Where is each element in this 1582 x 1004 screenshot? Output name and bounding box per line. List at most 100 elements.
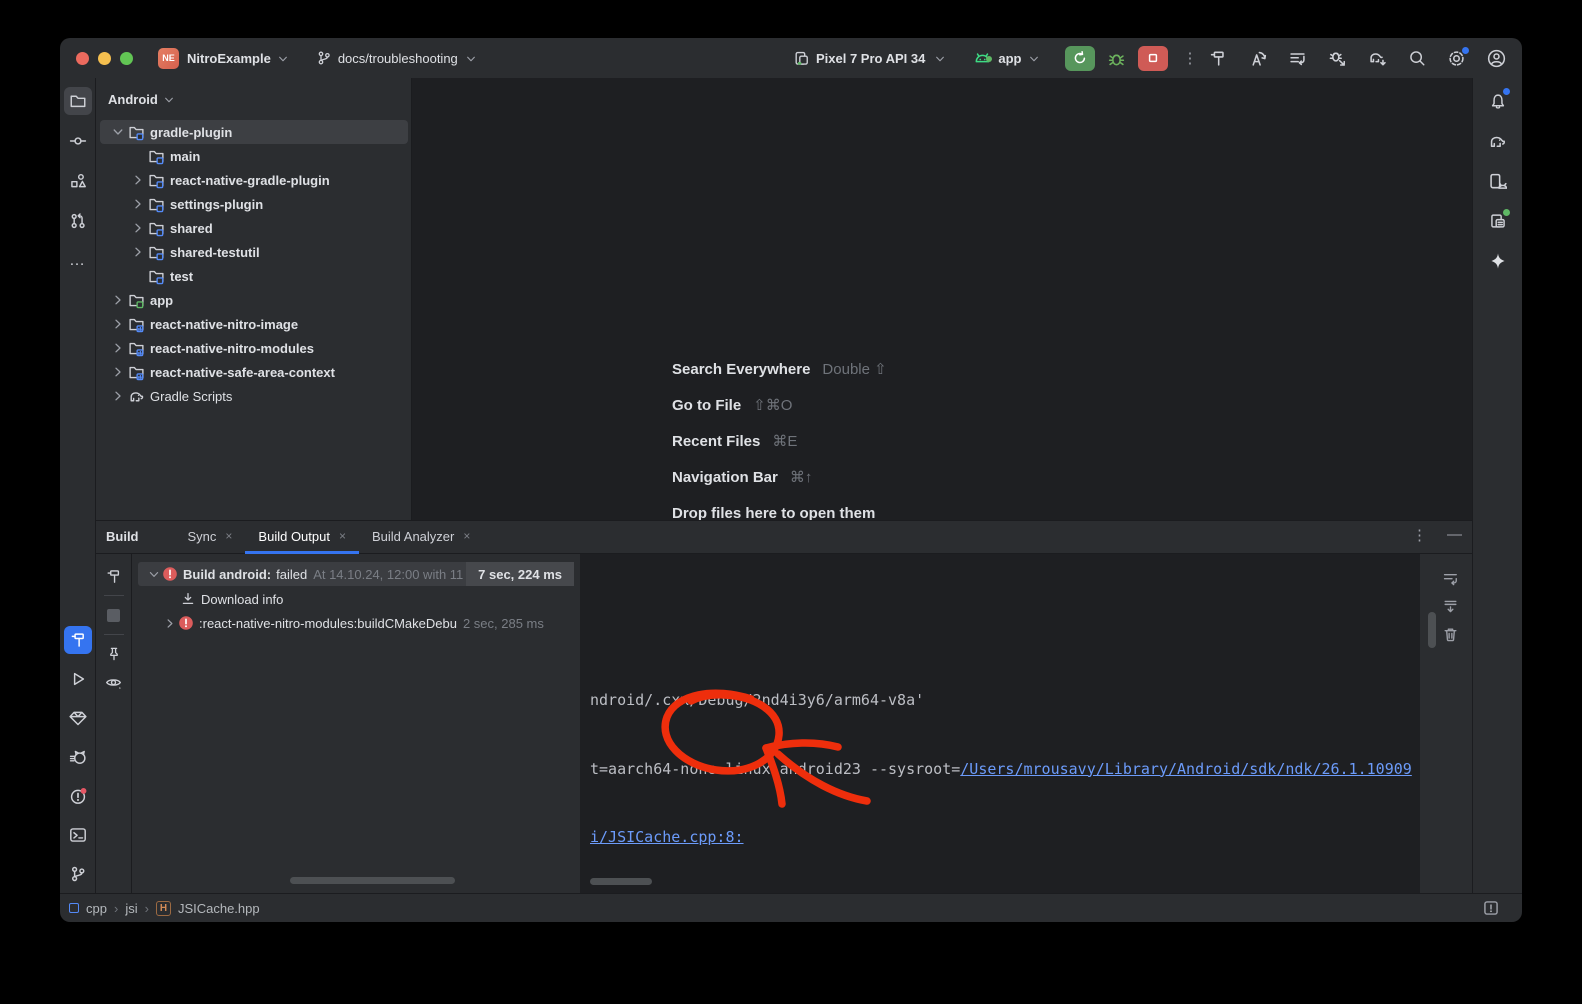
- tree-item-label: test: [170, 269, 193, 284]
- tool-logcat[interactable]: [64, 743, 92, 771]
- rerun-button[interactable]: [1065, 46, 1095, 71]
- tab-build-output[interactable]: Build Output ×: [245, 521, 359, 554]
- attach-debugger-button[interactable]: [1328, 49, 1347, 68]
- tree-item-react-native-nitro-modules[interactable]: react-native-nitro-modules: [100, 336, 408, 360]
- close-tab-icon[interactable]: ×: [339, 529, 346, 543]
- breadcrumb-item[interactable]: jsi: [125, 901, 137, 916]
- chevron-right-icon[interactable]: [110, 364, 126, 380]
- tool-running-devices[interactable]: [1484, 167, 1512, 195]
- tree-item-shared-testutil[interactable]: shared-testutil: [100, 240, 408, 264]
- debug-button[interactable]: [1107, 49, 1126, 68]
- stop-button[interactable]: [1138, 46, 1168, 71]
- chevron-right-icon[interactable]: [110, 388, 126, 404]
- tool-terminal[interactable]: [64, 821, 92, 849]
- branch-selector[interactable]: docs/troubleshooting: [316, 50, 478, 66]
- tree-item-label: main: [170, 149, 200, 164]
- git-branch-icon: [316, 50, 332, 66]
- tool-pull-requests[interactable]: [64, 207, 92, 235]
- tool-structure[interactable]: [64, 167, 92, 195]
- chevron-right-icon[interactable]: [130, 172, 146, 188]
- breadcrumb-item[interactable]: cpp: [86, 901, 107, 916]
- stop-build-button-disabled: [100, 601, 128, 629]
- view-options-button[interactable]: [100, 668, 128, 696]
- account-button[interactable]: [1487, 49, 1506, 68]
- pin-tab-button[interactable]: [100, 640, 128, 668]
- tool-run[interactable]: [64, 665, 92, 693]
- chevron-right-icon[interactable]: [110, 316, 126, 332]
- close-tab-icon[interactable]: ×: [225, 529, 232, 543]
- close-tab-icon[interactable]: ×: [463, 529, 470, 543]
- chevron-down-icon: [464, 52, 478, 66]
- project-name[interactable]: NitroExample: [187, 51, 271, 66]
- file-link[interactable]: i/JSICache.cpp:8:: [590, 828, 744, 846]
- structure-icon: [69, 172, 87, 190]
- tool-gradle[interactable]: [1484, 127, 1512, 155]
- gradle-sync-button[interactable]: [1368, 49, 1387, 68]
- panel-options-button[interactable]: ⋮: [1412, 526, 1427, 544]
- hide-panel-button[interactable]: —: [1447, 526, 1462, 544]
- run-configuration-selector[interactable]: app: [973, 49, 1041, 68]
- tool-more[interactable]: …: [64, 247, 92, 275]
- build-project-button[interactable]: [1208, 49, 1227, 68]
- apply-changes-button[interactable]: [1248, 49, 1267, 68]
- zoom-window-button[interactable]: [120, 52, 133, 65]
- soft-wrap-button[interactable]: [1442, 570, 1459, 587]
- failed-task-row[interactable]: :react-native-nitro-modules:buildCMakeDe…: [132, 611, 580, 635]
- tool-gemini[interactable]: [1484, 247, 1512, 275]
- search-icon[interactable]: [1408, 49, 1426, 67]
- tree-item-app[interactable]: app: [100, 288, 408, 312]
- file-link[interactable]: /Users/mrousavy/Library/Android/sdk/ndk/…: [960, 760, 1412, 778]
- more-actions-button[interactable]: ⋮: [1176, 49, 1203, 67]
- tree-item-test[interactable]: test: [100, 264, 408, 288]
- chevron-down-icon[interactable]: [146, 567, 162, 582]
- console-text: ndroid/.cxx/Debug/2nd4i3y6/arm64-v8a': [590, 691, 924, 709]
- chevron-right-icon[interactable]: [130, 244, 146, 260]
- chevron-right-icon[interactable]: [162, 616, 178, 631]
- device-selector[interactable]: Pixel 7 Pro API 34: [793, 50, 947, 67]
- chevron-down-icon[interactable]: [110, 124, 126, 140]
- more-icon: …: [69, 252, 86, 270]
- editor-shortcut-hints: Search EverywhereDouble ⇧ Go to File⇧⌘O …: [672, 351, 887, 531]
- tab-sync[interactable]: Sync ×: [175, 521, 246, 554]
- chevron-right-icon[interactable]: [110, 340, 126, 356]
- build-variants-button[interactable]: [1288, 49, 1307, 68]
- tree-item-gradle-scripts[interactable]: Gradle Scripts: [100, 384, 408, 408]
- event-log-button[interactable]: [1482, 899, 1500, 917]
- tool-problems[interactable]: [64, 782, 92, 810]
- minimize-window-button[interactable]: [98, 52, 111, 65]
- tab-build-analyzer[interactable]: Build Analyzer ×: [359, 521, 483, 554]
- tree-item-react-native-gradle-plugin[interactable]: react-native-gradle-plugin: [100, 168, 408, 192]
- build-tool-window: Build Sync × Build Output × Build Analyz…: [96, 520, 1472, 893]
- settings-button[interactable]: [1447, 49, 1466, 68]
- horizontal-scrollbar[interactable]: [590, 878, 652, 885]
- tool-version-control[interactable]: [64, 860, 92, 888]
- tree-item-settings-plugin[interactable]: settings-plugin: [100, 192, 408, 216]
- tree-item-shared[interactable]: shared: [100, 216, 408, 240]
- horizontal-scrollbar[interactable]: [290, 877, 455, 884]
- download-info-row[interactable]: Download info: [132, 587, 580, 611]
- stop-square-icon: [107, 609, 120, 622]
- chevron-right-icon[interactable]: [130, 196, 146, 212]
- vertical-scrollbar[interactable]: [1428, 612, 1436, 648]
- tree-item-main[interactable]: main: [100, 144, 408, 168]
- close-window-button[interactable]: [76, 52, 89, 65]
- divider: [104, 595, 124, 596]
- tree-item-react-native-nitro-image[interactable]: react-native-nitro-image: [100, 312, 408, 336]
- tool-app-quality-insights[interactable]: [64, 704, 92, 732]
- scroll-to-end-button[interactable]: [1442, 598, 1459, 615]
- clear-all-button[interactable]: [1442, 626, 1459, 643]
- chevron-right-icon[interactable]: [130, 220, 146, 236]
- tree-item-react-native-safe-area-context[interactable]: react-native-safe-area-context: [100, 360, 408, 384]
- tool-notifications[interactable]: [1484, 87, 1512, 115]
- tree-item-gradle-plugin[interactable]: gradle-plugin: [100, 120, 408, 144]
- breadcrumb-file[interactable]: JSICache.hpp: [178, 901, 260, 916]
- download-info-label: Download info: [201, 592, 283, 607]
- tool-project[interactable]: [64, 87, 92, 115]
- tool-commit[interactable]: [64, 127, 92, 155]
- restart-build-button[interactable]: [100, 562, 128, 590]
- tool-device-explorer[interactable]: [1484, 207, 1512, 235]
- project-view-selector[interactable]: Android: [96, 78, 411, 107]
- build-result-row[interactable]: Build android: failed At 14.10.24, 12:00…: [138, 562, 574, 586]
- tool-build[interactable]: [64, 626, 92, 654]
- chevron-right-icon[interactable]: [110, 292, 126, 308]
